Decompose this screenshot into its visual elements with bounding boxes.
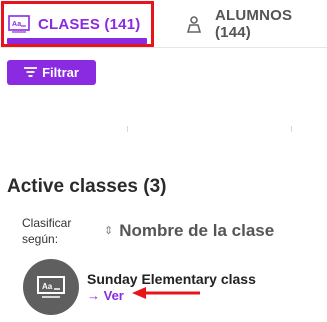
svg-text:Aa: Aa [12, 21, 21, 28]
sort-label: Clasificar según: [22, 216, 72, 246]
tab-students[interactable]: ALUMNOS (144) [186, 0, 327, 48]
divider [127, 126, 128, 132]
class-avatar[interactable]: Aa [23, 259, 79, 315]
filter-button-label: Filtrar [42, 65, 79, 80]
class-name[interactable]: Sunday Elementary class [87, 271, 256, 287]
student-icon [186, 15, 207, 33]
sort-value: Nombre de la clase [119, 221, 275, 240]
filter-button[interactable]: Filtrar [7, 60, 96, 85]
tab-bar: Aa CLASES (141) ALUMNOS (144) [0, 0, 327, 48]
tab-classes-label: CLASES (141) [38, 15, 141, 33]
page: Aa CLASES (141) ALUMNOS (144) Filtrar Ac… [0, 0, 327, 322]
classroom-icon: Aa [8, 15, 30, 33]
classroom-icon: Aa [37, 276, 65, 298]
annotation-arrow-icon [132, 287, 200, 299]
section-title: Active classes (3) [7, 176, 167, 197]
active-tab-indicator [7, 38, 147, 44]
sort-arrows-icon: ⇕ [104, 224, 114, 237]
tab-students-label: ALUMNOS (144) [214, 7, 293, 41]
sort-select[interactable]: ⇕ Nombre de la clase [104, 221, 274, 241]
divider [291, 126, 292, 132]
view-class-link[interactable]: → Ver [87, 288, 124, 303]
filter-icon [24, 65, 38, 80]
svg-text:Aa: Aa [42, 282, 53, 291]
